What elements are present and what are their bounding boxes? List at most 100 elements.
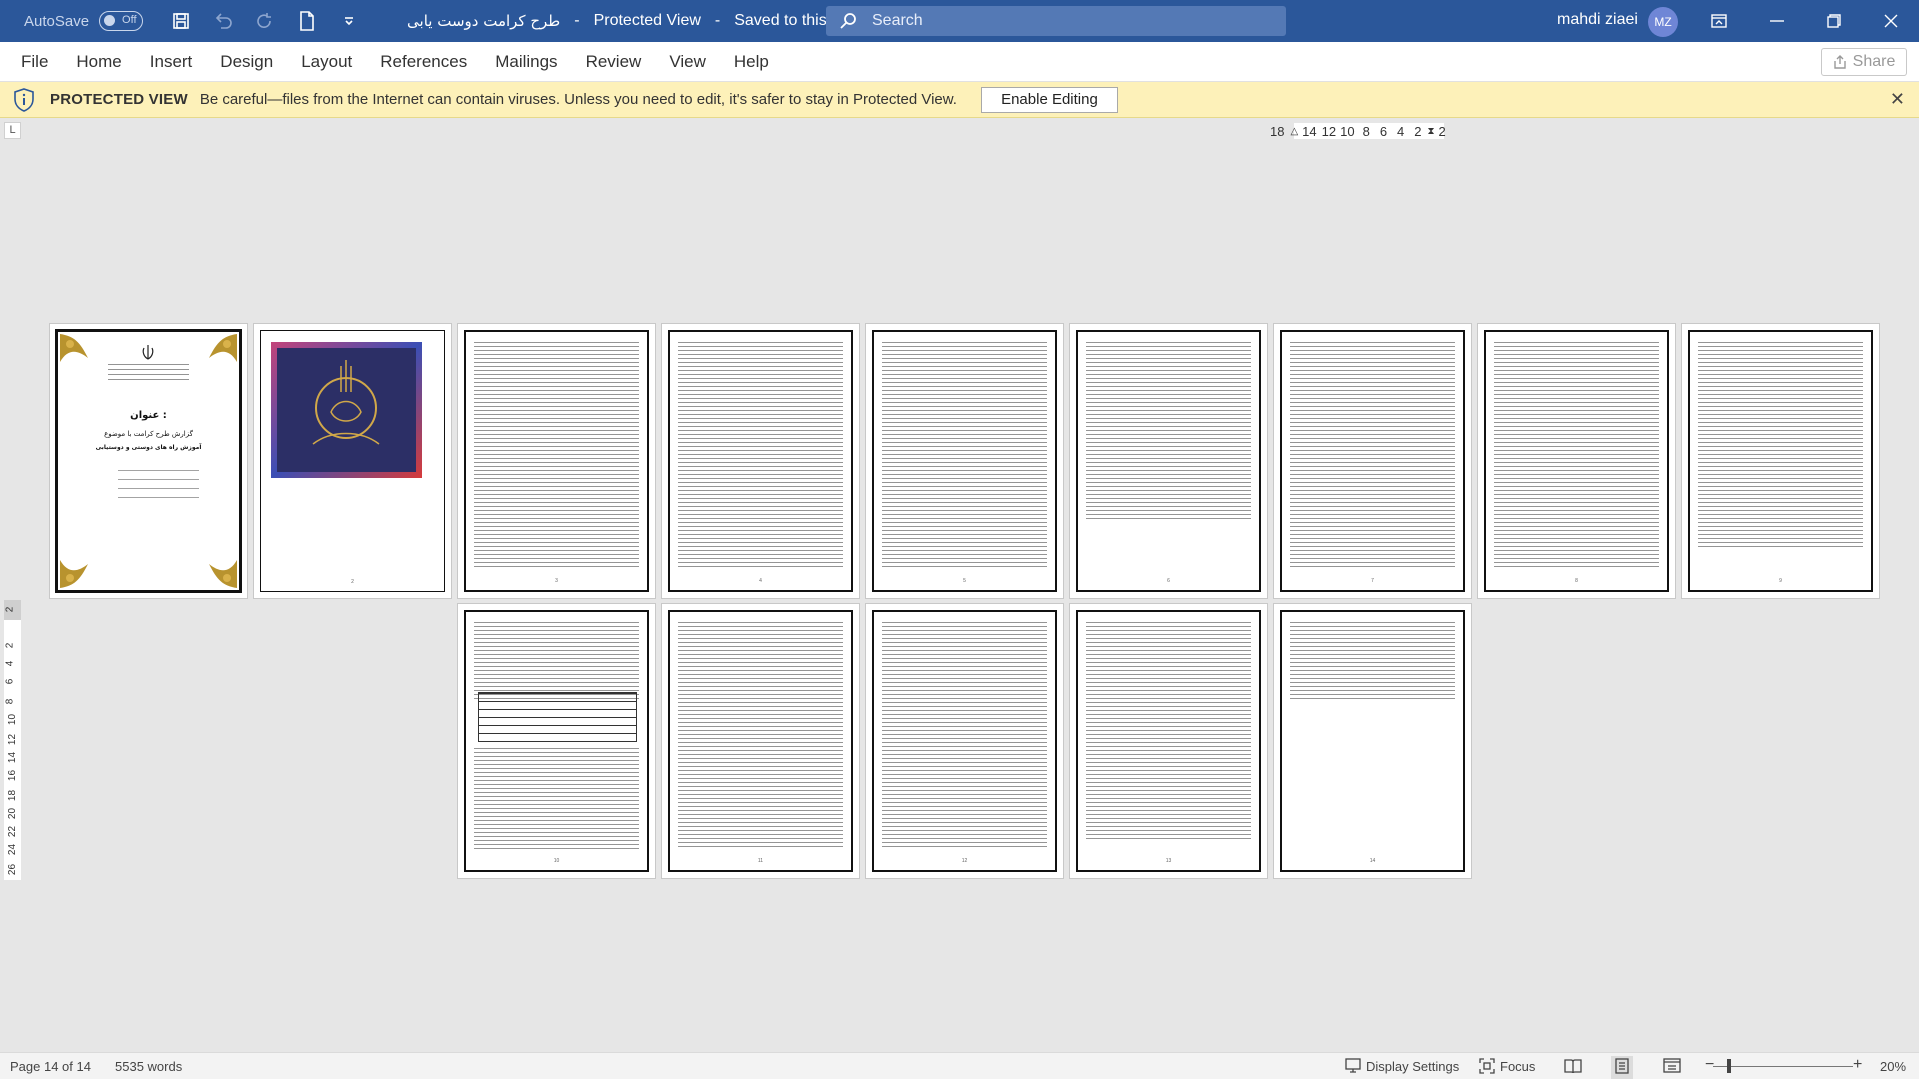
zoom-slider[interactable]: [1713, 1066, 1853, 1067]
save-icon[interactable]: [163, 3, 199, 39]
ornament-icon: [60, 334, 88, 362]
ruler-tick: 2: [1438, 123, 1446, 139]
autosave-toggle[interactable]: AutoSave Off: [24, 11, 144, 31]
emblem-icon: [142, 345, 154, 360]
tab-mailings[interactable]: Mailings: [495, 52, 557, 72]
zoom-slider-thumb[interactable]: [1727, 1059, 1731, 1073]
display-settings[interactable]: Display Settings: [1366, 1059, 1459, 1074]
page-text: [474, 622, 639, 700]
page-thumbnail[interactable]: 7: [1273, 323, 1472, 599]
indent-marker-icon[interactable]: △: [1290, 126, 1298, 137]
focus-mode[interactable]: Focus: [1500, 1059, 1535, 1074]
ruler-tick: 16: [7, 769, 19, 782]
calligraphy-image: [271, 342, 422, 478]
avatar[interactable]: MZ: [1648, 7, 1678, 37]
page-thumbnail[interactable]: 5: [865, 323, 1064, 599]
page-border: 9: [1688, 330, 1873, 592]
page-thumbnail[interactable]: 4: [661, 323, 860, 599]
search-box[interactable]: Search: [826, 6, 1286, 36]
page-count[interactable]: Page 14 of 14: [10, 1059, 91, 1074]
autosave-switch[interactable]: Off: [99, 11, 144, 31]
search-placeholder: Search: [872, 12, 923, 29]
share-label: Share: [1852, 53, 1896, 70]
page-thumbnail[interactable]: 12: [865, 603, 1064, 879]
page-border: 13: [1076, 610, 1261, 872]
web-layout-icon[interactable]: [1663, 1058, 1681, 1077]
customize-toolbar-icon[interactable]: [331, 3, 367, 39]
display-settings-icon[interactable]: [1345, 1058, 1363, 1077]
read-mode-icon[interactable]: [1564, 1058, 1582, 1077]
page-text: [882, 342, 1047, 570]
page-thumbnail-cover[interactable]: عنوان : گزارش طرح کرامت با موضوع آموزش ر…: [49, 323, 248, 599]
ruler-tick: 4: [4, 660, 16, 667]
zoom-in-icon[interactable]: +: [1853, 1056, 1862, 1074]
enable-editing-button[interactable]: Enable Editing: [980, 86, 1118, 113]
ornament-icon: [60, 560, 88, 588]
page-border: 3: [464, 330, 649, 592]
page-thumbnail[interactable]: 3: [457, 323, 656, 599]
user-name[interactable]: mahdi ziaei: [1557, 11, 1638, 29]
doc-separator: -: [574, 12, 580, 29]
vertical-ruler[interactable]: 2 2 4 6 8 10 12 14 16 18 20 22 24 26: [4, 600, 21, 880]
ruler-tick: 8: [1362, 123, 1370, 139]
page-border: 14: [1280, 610, 1465, 872]
focus-icon[interactable]: [1479, 1058, 1495, 1077]
page-text: [1290, 622, 1455, 700]
page-thumbnail[interactable]: 13: [1069, 603, 1268, 879]
page-border: 5: [872, 330, 1057, 592]
doc-name: طرح کرامت دوست یابی: [407, 12, 561, 30]
document-title: طرح کرامت دوست یابی - Protected View - S…: [407, 12, 877, 30]
restore-icon[interactable]: [1806, 0, 1862, 42]
page-text: [474, 748, 639, 850]
page-text: [1290, 342, 1455, 570]
tab-design[interactable]: Design: [220, 52, 273, 72]
ruler-tick: 6: [1379, 123, 1388, 139]
word-count[interactable]: 5535 words: [115, 1059, 182, 1074]
cover-title: عنوان :: [130, 410, 167, 421]
new-document-icon[interactable]: [289, 3, 325, 39]
ribbon-display-options-icon[interactable]: [1691, 0, 1747, 42]
cover-subtitle: گزارش طرح کرامت با موضوع: [104, 430, 193, 438]
print-layout-icon[interactable]: [1611, 1056, 1633, 1079]
tab-view[interactable]: View: [669, 52, 706, 72]
page-text: [1494, 342, 1659, 570]
tab-file[interactable]: File: [21, 52, 48, 72]
minimize-icon[interactable]: [1749, 0, 1805, 42]
close-icon[interactable]: [1863, 0, 1919, 42]
cover-subtitle-topic: آموزش راه های دوستی و دوستیابی: [95, 444, 202, 451]
tab-insert[interactable]: Insert: [150, 52, 193, 72]
page-thumbnail[interactable]: 10: [457, 603, 656, 879]
page-thumbnail-calligraphy[interactable]: 2: [253, 323, 452, 599]
share-button[interactable]: Share: [1821, 48, 1907, 76]
page-thumbnail[interactable]: 9: [1681, 323, 1880, 599]
page-border: 7: [1280, 330, 1465, 592]
indent-marker-icon[interactable]: ⧗: [1428, 126, 1435, 137]
tab-home[interactable]: Home: [76, 52, 121, 72]
redo-icon[interactable]: [247, 3, 283, 39]
ornament-icon: [209, 334, 237, 362]
page-thumbnail[interactable]: 8: [1477, 323, 1676, 599]
ruler-tick: 10: [1340, 123, 1355, 139]
tab-review[interactable]: Review: [586, 52, 642, 72]
tab-selector[interactable]: L: [4, 122, 21, 139]
ruler-tick: 14: [1302, 123, 1317, 139]
undo-icon[interactable]: [205, 3, 241, 39]
page-border: 12: [872, 610, 1057, 872]
ruler-tick: 18: [1270, 123, 1285, 139]
close-icon[interactable]: ✕: [1890, 89, 1905, 110]
ruler-tick: 20: [7, 807, 19, 820]
tab-layout[interactable]: Layout: [301, 52, 352, 72]
page-thumbnail[interactable]: 11: [661, 603, 860, 879]
zoom-out-icon[interactable]: −: [1705, 1056, 1714, 1074]
tab-references[interactable]: References: [380, 52, 467, 72]
tab-help[interactable]: Help: [734, 52, 769, 72]
ruler-tick: 2: [4, 642, 16, 649]
doc-separator: -: [714, 12, 721, 29]
autosave-label: AutoSave: [24, 12, 90, 30]
zoom-level[interactable]: 20%: [1880, 1059, 1906, 1074]
page-border: 6: [1076, 330, 1261, 592]
ruler-tick: 2: [1414, 123, 1422, 139]
page-thumbnail-current[interactable]: 14: [1273, 603, 1472, 879]
page-thumbnail[interactable]: 6: [1069, 323, 1268, 599]
horizontal-ruler[interactable]: 18 △ 14 12 10 8 6 4 2 ⧗ 2: [1270, 122, 1470, 140]
